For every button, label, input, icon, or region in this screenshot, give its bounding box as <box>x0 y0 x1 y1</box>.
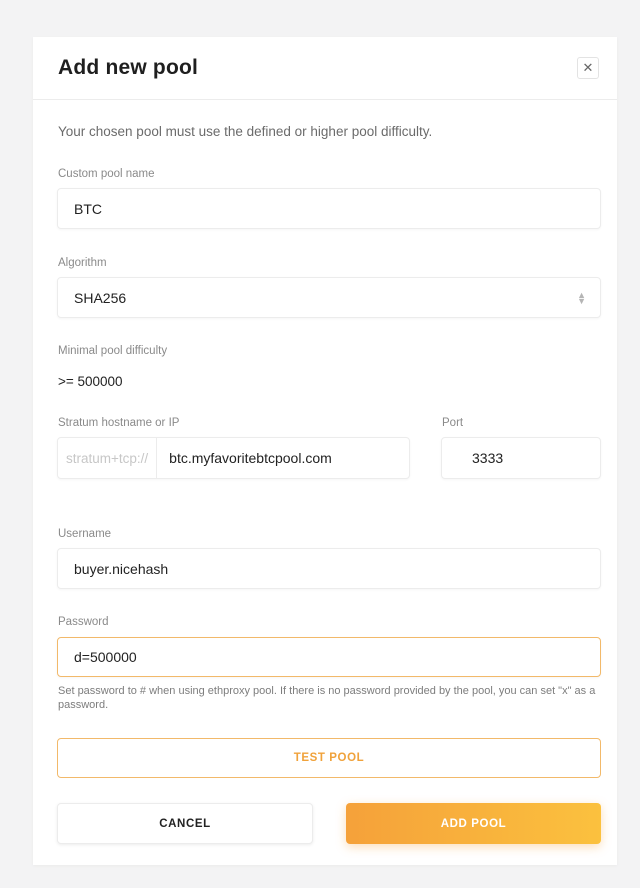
password-value: d=500000 <box>74 649 137 665</box>
username-value: buyer.nicehash <box>74 560 169 577</box>
difficulty-label: Minimal pool difficulty <box>58 345 168 357</box>
cancel-button[interactable]: CANCEL <box>57 803 313 844</box>
select-arrows-icon: ▲ ▼ <box>577 289 586 306</box>
pool-name-input[interactable]: BTC <box>57 188 601 229</box>
port-value: 3333 <box>472 450 504 466</box>
pool-name-label: Custom pool name <box>58 168 155 180</box>
add-pool-button[interactable]: ADD POOL <box>346 803 601 844</box>
port-input[interactable]: 3333 <box>441 437 601 479</box>
test-pool-button[interactable]: TEST POOL <box>57 738 601 778</box>
algorithm-value: SHA256 <box>74 289 127 306</box>
difficulty-value: >= 500000 <box>58 374 123 389</box>
port-label: Port <box>442 417 464 429</box>
password-label: Password <box>58 616 109 628</box>
add-pool-dialog: Add new pool ✕ Your chosen pool must use… <box>33 37 617 865</box>
dialog-header: Add new pool ✕ <box>33 37 617 100</box>
stratum-input[interactable]: stratum+tcp:// btc.myfavoritebtcpool.com <box>57 437 410 479</box>
username-input[interactable]: buyer.nicehash <box>57 548 601 589</box>
password-hint: Set password to # when using ethproxy po… <box>58 685 596 711</box>
stratum-label: Stratum hostname or IP <box>58 417 180 429</box>
intro-text: Your chosen pool must use the defined or… <box>58 124 433 139</box>
stratum-prefix: stratum+tcp:// <box>66 438 158 478</box>
close-button[interactable]: ✕ <box>577 57 599 79</box>
dialog-title: Add new pool <box>58 56 199 79</box>
password-input[interactable]: d=500000 <box>57 637 601 677</box>
algorithm-select[interactable]: SHA256 ▲ ▼ <box>57 277 601 318</box>
algorithm-label: Algorithm <box>58 257 107 269</box>
pool-name-value: BTC <box>74 200 102 217</box>
stratum-value: btc.myfavoritebtcpool.com <box>169 450 332 466</box>
username-label: Username <box>58 528 112 540</box>
close-icon: ✕ <box>582 60 594 75</box>
